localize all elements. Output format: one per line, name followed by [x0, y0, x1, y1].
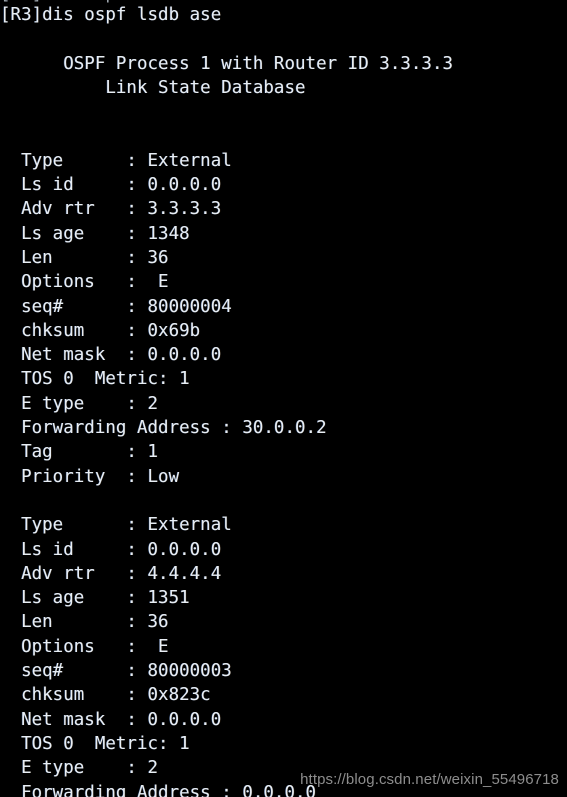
terminal-line: E type : 2 — [0, 393, 159, 414]
terminal-line: Ls age : 1351 — [0, 588, 190, 609]
terminal-line: Options : E — [0, 636, 169, 657]
terminal-line: OSPF Process 1 with Router ID 3.3.3.3 — [0, 53, 454, 74]
terminal-line: Ls age : 1348 — [0, 223, 190, 244]
terminal-line: Net mask : 0.0.0.0 — [0, 345, 222, 366]
terminal-line: Type : External — [0, 515, 232, 536]
terminal-line: Ls id : 0.0.0.0 — [0, 175, 222, 196]
terminal-line: seq# : 80000004 — [0, 296, 232, 317]
terminal-line: TOS 0 Metric: 1 — [0, 369, 190, 390]
terminal-output: [R3]dis ospf lsdb ase OSPF Process 1 wit… — [0, 3, 567, 797]
terminal-line: chksum : 0x69b — [0, 320, 201, 341]
terminal-line: [R3]dis ospf lsdb ase — [0, 5, 222, 25]
terminal-line: Tag : 1 — [0, 442, 159, 463]
terminal-line: Len : 36 — [0, 247, 169, 268]
scrollback-remnant-line: [R3]dis ospf lsdb — [0, 0, 567, 4]
terminal-line: Adv rtr : 3.3.3.3 — [0, 199, 222, 220]
terminal-line: chksum : 0x823c — [0, 685, 211, 706]
watermark-url: https://blog.csdn.net/weixin_55496718 — [300, 771, 559, 788]
terminal-line: seq# : 80000003 — [0, 661, 232, 682]
terminal-line: Link State Database — [0, 77, 306, 98]
terminal-line: Net mask : 0.0.0.0 — [0, 709, 222, 730]
terminal-line: Priority : Low — [0, 466, 180, 487]
terminal-line: Forwarding Address : 30.0.0.2 — [0, 418, 327, 439]
terminal-line: TOS 0 Metric: 1 — [0, 733, 190, 754]
terminal-window[interactable]: [R3]dis ospf lsdb [R3]dis ospf lsdb ase … — [0, 0, 567, 797]
terminal-line: Ls id : 0.0.0.0 — [0, 539, 222, 560]
terminal-line: Type : External — [0, 150, 232, 171]
terminal-line: Options : E — [0, 272, 169, 293]
terminal-line: Adv rtr : 4.4.4.4 — [0, 563, 222, 584]
terminal-line: Len : 36 — [0, 612, 169, 633]
